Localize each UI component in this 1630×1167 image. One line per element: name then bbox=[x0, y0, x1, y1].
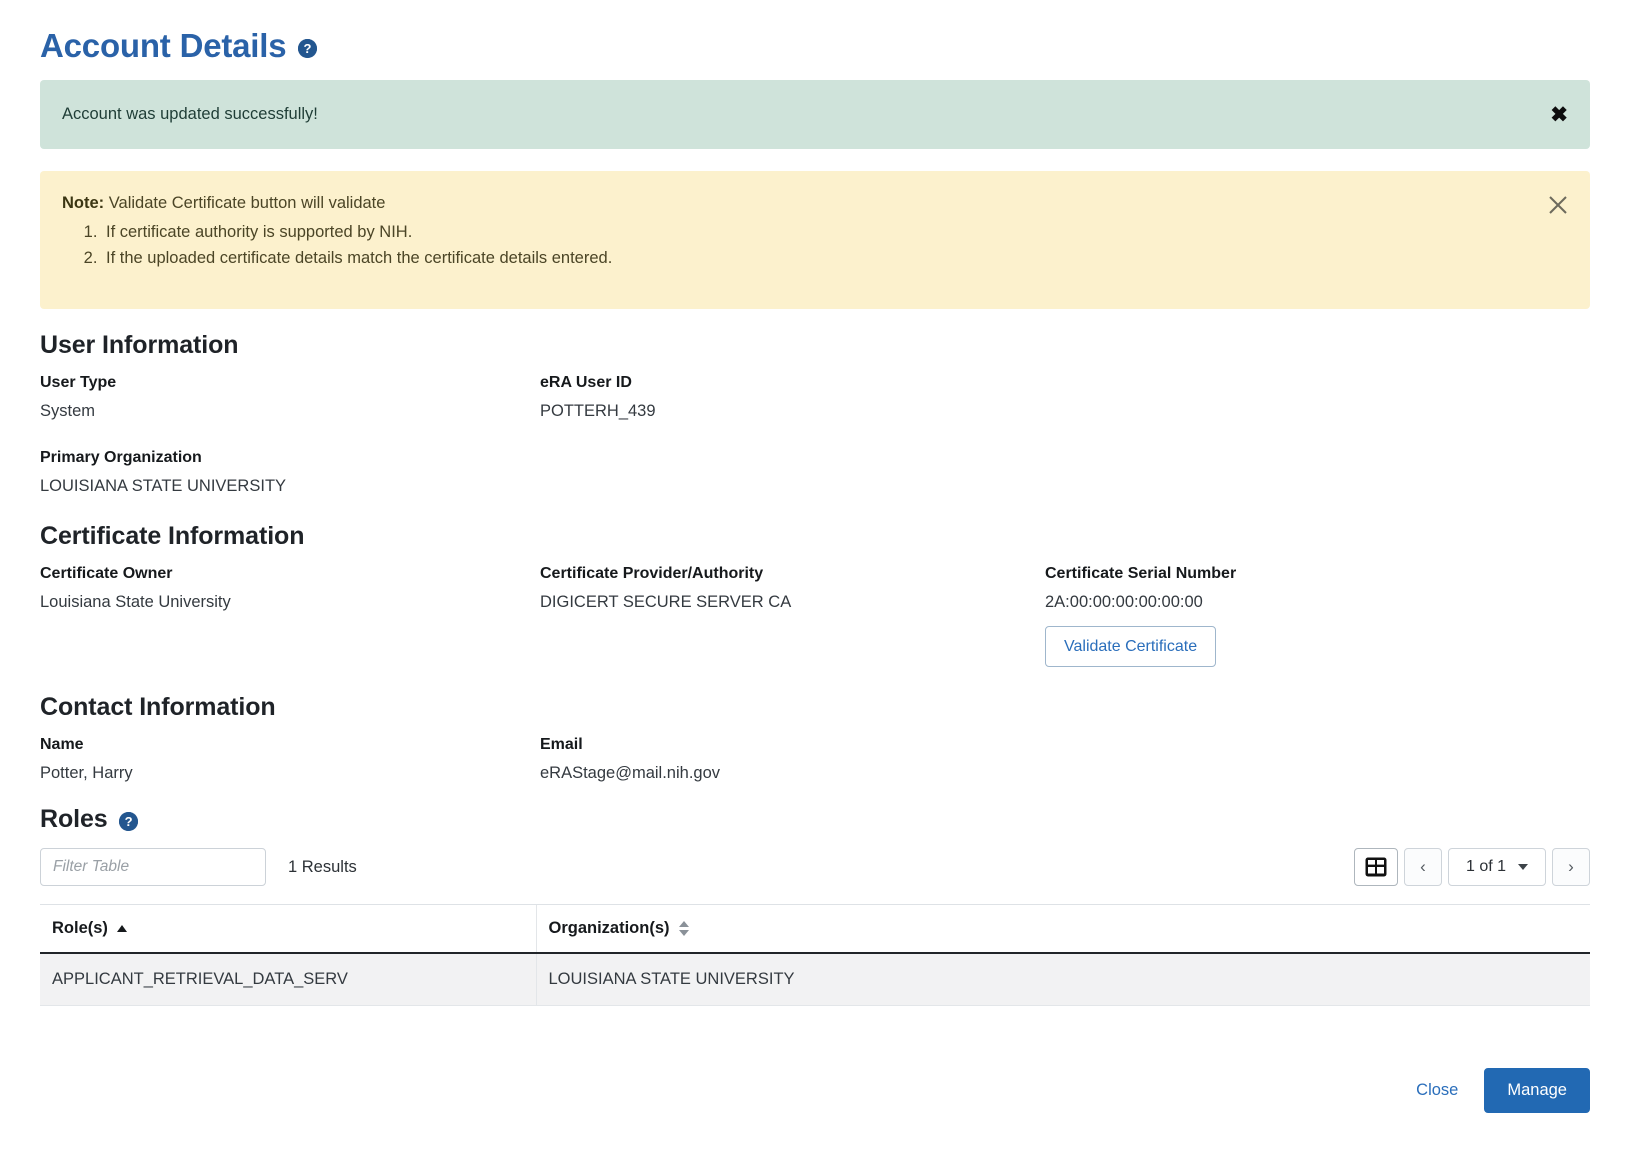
success-alert: Account was updated successfully! ✖ bbox=[40, 80, 1590, 150]
page-content: Account Details ? Account was updated su… bbox=[0, 0, 1630, 1113]
chevron-right-icon[interactable]: › bbox=[1552, 848, 1590, 887]
note-alert-list: If certificate authority is supported by… bbox=[62, 219, 1530, 272]
help-circle-icon[interactable]: ? bbox=[298, 38, 318, 58]
close-button[interactable]: Close bbox=[1408, 1075, 1466, 1106]
field-value: 2A:00:00:00:00:00:00 bbox=[1045, 593, 1203, 612]
help-circle-icon[interactable]: ? bbox=[118, 812, 138, 832]
note-alert-label: Note: bbox=[62, 194, 105, 213]
page-title: Account Details bbox=[40, 27, 287, 64]
table-grid-icon[interactable] bbox=[1354, 848, 1398, 887]
field-certificate-owner: Certificate Owner Louisiana State Univer… bbox=[40, 559, 540, 667]
svg-text:?: ? bbox=[124, 814, 132, 829]
footer-actions: Close Manage bbox=[40, 1068, 1590, 1113]
note-alert-lead-text: Validate Certificate button will validat… bbox=[108, 194, 386, 213]
note-alert-item: If the uploaded certificate details matc… bbox=[102, 245, 1530, 271]
close-icon[interactable] bbox=[1546, 193, 1570, 217]
field-user-type: User Type System bbox=[40, 368, 540, 421]
filter-table-input[interactable] bbox=[40, 848, 266, 887]
field-label: Email bbox=[540, 736, 583, 754]
svg-text:?: ? bbox=[304, 41, 312, 56]
roles-title: Roles bbox=[40, 805, 108, 834]
sort-ascending-icon bbox=[116, 925, 127, 933]
pagination-controls: ‹ 1 of 1 › bbox=[1354, 848, 1590, 887]
user-information-fields-row2: Primary Organization LOUISIANA STATE UNI… bbox=[40, 443, 1590, 496]
field-label: Certificate Owner bbox=[40, 565, 173, 583]
note-alert-lead: Note: Validate Certificate button will v… bbox=[62, 191, 1530, 217]
field-label: Primary Organization bbox=[40, 449, 202, 467]
manage-button[interactable]: Manage bbox=[1484, 1068, 1590, 1113]
sort-none-icon bbox=[678, 921, 689, 937]
field-label: Certificate Serial Number bbox=[1045, 565, 1237, 583]
table-header-row: Role(s) Organization(s) bbox=[40, 904, 1590, 955]
field-name: Name Potter, Harry bbox=[40, 730, 540, 783]
cell-organization: LOUISIANA STATE UNIVERSITY bbox=[535, 953, 1590, 1007]
note-alert: Note: Validate Certificate button will v… bbox=[40, 171, 1590, 310]
field-primary-organization: Primary Organization LOUISIANA STATE UNI… bbox=[40, 443, 540, 496]
field-label: Name bbox=[40, 736, 84, 754]
validate-certificate-button[interactable]: Validate Certificate bbox=[1045, 626, 1217, 668]
field-value: Louisiana State University bbox=[40, 593, 231, 612]
roles-table-toolbar: 1 Results ‹ 1 of 1 bbox=[40, 848, 1590, 887]
field-certificate-provider: Certificate Provider/Authority DIGICERT … bbox=[540, 559, 1045, 667]
table-row[interactable]: APPLICANT_RETRIEVAL_DATA_SERV LOUISIANA … bbox=[40, 953, 1590, 1007]
field-value: Potter, Harry bbox=[40, 764, 133, 783]
field-spacer bbox=[1045, 730, 1590, 783]
field-era-user-id: eRA User ID POTTERH_439 bbox=[540, 368, 1045, 421]
results-count: 1 Results bbox=[288, 857, 357, 876]
page-select[interactable]: 1 of 1 bbox=[1448, 848, 1546, 887]
certificate-information-section: Certificate Information Certificate Owne… bbox=[40, 522, 1590, 668]
field-certificate-serial-number: Certificate Serial Number 2A:00:00:00:00… bbox=[1045, 559, 1590, 668]
contact-information-title: Contact Information bbox=[40, 693, 276, 722]
roles-section: Roles ? 1 Results bbox=[40, 805, 1590, 1007]
user-information-section: User Information User Type System eRA Us… bbox=[40, 331, 1590, 496]
column-label: Role(s) bbox=[52, 919, 108, 938]
contact-information-section: Contact Information Name Potter, Harry E… bbox=[40, 693, 1590, 783]
certificate-information-fields: Certificate Owner Louisiana State Univer… bbox=[40, 559, 1590, 668]
column-header-roles[interactable]: Role(s) bbox=[40, 904, 536, 955]
contact-information-fields: Name Potter, Harry Email eRAStage@mail.n… bbox=[40, 730, 1590, 783]
roles-title-row: Roles ? bbox=[40, 805, 1590, 834]
chevron-down-icon bbox=[1518, 864, 1529, 871]
field-value: POTTERH_439 bbox=[540, 402, 656, 421]
field-spacer bbox=[1045, 443, 1590, 496]
page-indicator: 1 of 1 bbox=[1465, 858, 1507, 876]
field-label: Certificate Provider/Authority bbox=[540, 565, 764, 583]
field-value: System bbox=[40, 402, 96, 421]
field-value: DIGICERT SECURE SERVER CA bbox=[540, 593, 792, 612]
field-spacer bbox=[1045, 368, 1590, 421]
note-alert-item: If certificate authority is supported by… bbox=[102, 219, 1530, 245]
field-value: eRAStage@mail.nih.gov bbox=[540, 764, 721, 783]
account-details-page: Account Details ? Account was updated su… bbox=[0, 0, 1630, 1167]
success-alert-message: Account was updated successfully! bbox=[62, 105, 318, 124]
chevron-left-icon[interactable]: ‹ bbox=[1404, 848, 1442, 887]
cell-role: APPLICANT_RETRIEVAL_DATA_SERV bbox=[40, 953, 536, 1007]
certificate-information-title: Certificate Information bbox=[40, 522, 305, 551]
field-label: User Type bbox=[40, 374, 117, 392]
page-title-row: Account Details ? bbox=[40, 22, 1590, 64]
close-icon[interactable]: ✖ bbox=[1550, 104, 1568, 125]
user-information-title: User Information bbox=[40, 331, 239, 360]
column-label: Organization(s) bbox=[548, 919, 670, 938]
field-value: LOUISIANA STATE UNIVERSITY bbox=[40, 477, 287, 496]
user-information-fields: User Type System eRA User ID POTTERH_439 bbox=[40, 368, 1590, 421]
field-label: eRA User ID bbox=[540, 374, 632, 392]
roles-table: Role(s) Organization(s) APPLICANT_RETRIE… bbox=[40, 904, 1590, 1007]
field-email: Email eRAStage@mail.nih.gov bbox=[540, 730, 1045, 783]
column-header-organizations[interactable]: Organization(s) bbox=[535, 904, 1590, 955]
field-spacer bbox=[540, 443, 1045, 496]
